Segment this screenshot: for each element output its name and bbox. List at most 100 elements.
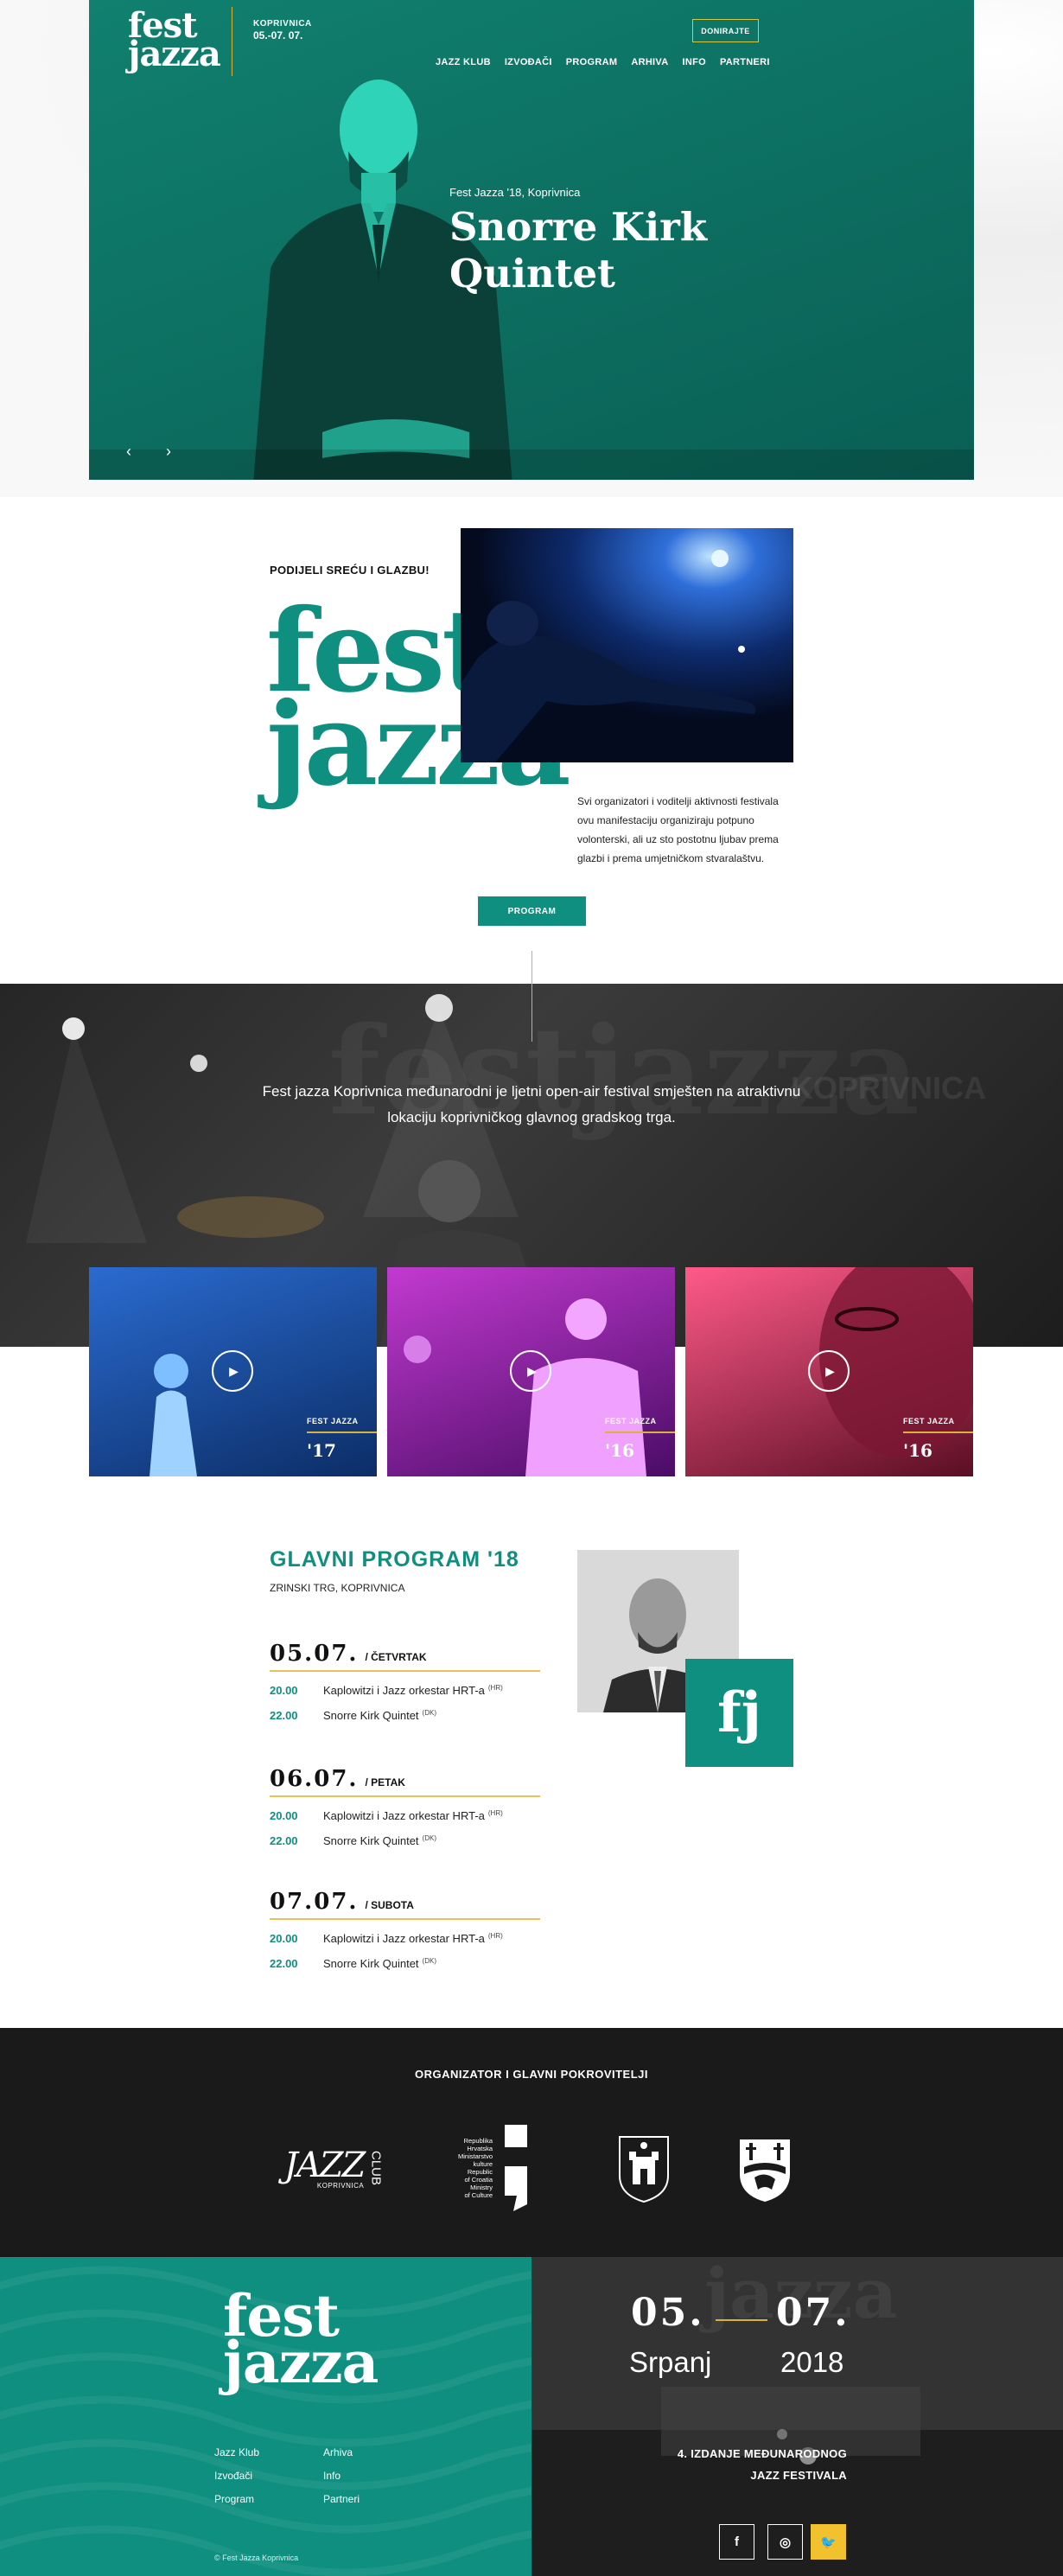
- program-title: GLAVNI PROGRAM '18: [270, 1547, 519, 1572]
- program-day: 05.07. / ČETVRTAK 20.00 Kaplowitzi i Jaz…: [270, 1641, 540, 1722]
- program-button[interactable]: PROGRAM: [478, 896, 586, 926]
- program-day-date: 07.07.: [270, 1889, 359, 1915]
- play-icon[interactable]: ▶: [808, 1350, 850, 1392]
- coat-of-arms-icon: [619, 2135, 669, 2203]
- jazz-club-logo[interactable]: JAZZ CLUB KOPRIVNICA: [268, 2126, 384, 2209]
- event-country: (HR): [487, 1809, 503, 1817]
- video-card-year: '17: [307, 1440, 336, 1461]
- festival-date-end: 07.: [776, 2291, 850, 2335]
- program-event[interactable]: 20.00 Kaplowitzi i Jazz orkestar HRT-a (…: [270, 1809, 540, 1822]
- event-country: (HR): [487, 1932, 503, 1940]
- header-city: KOPRIVNICA: [253, 19, 312, 29]
- video-card-2017[interactable]: ▶ FEST JAZZA '17: [89, 1267, 377, 1476]
- program-day-name: / PETAK: [365, 1776, 405, 1789]
- program-day-header: 07.07. / SUBOTA: [270, 1889, 540, 1920]
- ministry-text: Republika Hrvatska Ministarstvo kulture …: [457, 2136, 493, 2199]
- festival-description: Fest jazza Koprivnica međunarodni je lje…: [262, 1083, 801, 1125]
- donate-button[interactable]: DONIRAJTE: [692, 19, 759, 42]
- event-act: Kaplowitzi i Jazz orkestar HRT-a: [323, 1809, 485, 1822]
- header-logo[interactable]: fest jazza: [128, 9, 221, 74]
- hero-kicker: Fest Jazza '18, Koprivnica: [449, 186, 581, 199]
- program-day-date: 05.07.: [270, 1641, 359, 1667]
- nav-item-info[interactable]: INFO: [682, 57, 705, 67]
- festival-month: Srpanj: [629, 2346, 712, 2378]
- nav-item-izvodaci[interactable]: IZVOĐAČI: [505, 57, 552, 67]
- event-time: 20.00: [270, 1932, 298, 1945]
- program-event[interactable]: 20.00 Kaplowitzi i Jazz orkestar HRT-a (…: [270, 1932, 540, 1945]
- nav-item-program[interactable]: PROGRAM: [566, 57, 618, 67]
- play-icon[interactable]: ▶: [510, 1350, 551, 1392]
- chevron-right-icon[interactable]: ›: [166, 443, 171, 461]
- facebook-icon[interactable]: f: [719, 2524, 754, 2560]
- twitter-icon[interactable]: 🐦: [811, 2524, 846, 2560]
- koprivnica-coat-of-arms[interactable]: [614, 2126, 674, 2209]
- instagram-icon[interactable]: ◎: [767, 2524, 803, 2560]
- logo-word-jazza: jazza: [128, 33, 221, 74]
- svg-text:KOPRIVNICA: KOPRIVNICA: [791, 1070, 986, 1106]
- footer-link-program[interactable]: Program: [214, 2493, 254, 2505]
- footer-link-arhiva[interactable]: Arhiva: [323, 2446, 353, 2458]
- event-country: (HR): [487, 1684, 503, 1692]
- event-time: 22.00: [270, 1709, 298, 1722]
- video-card-label: FEST JAZZA: [307, 1417, 359, 1425]
- program-day-name: / SUBOTA: [365, 1899, 414, 1911]
- header-dates: 05.-07. 07.: [253, 29, 303, 41]
- festival-edition: 4. IZDANJE MEĐUNARODNOG JAZZ FESTIVALA: [622, 2443, 847, 2486]
- program-event[interactable]: 22.00 Snorre Kirk Quintet (DK): [270, 1834, 540, 1847]
- video-card-label: FEST JAZZA: [903, 1417, 955, 1425]
- program-event[interactable]: 22.00 Snorre Kirk Quintet (DK): [270, 1957, 540, 1970]
- video-card-2016-a[interactable]: ▶ FEST JAZZA '16: [387, 1267, 675, 1476]
- edition-line: JAZZ FESTIVALA: [750, 2469, 847, 2482]
- festival-year: 2018: [780, 2346, 844, 2378]
- ministry-of-culture-logo[interactable]: Republika Hrvatska Ministarstvo kulture …: [449, 2124, 536, 2211]
- footer-link-jazz-klub[interactable]: Jazz Klub: [214, 2446, 259, 2458]
- nav-item-jazz-klub[interactable]: JAZZ KLUB: [436, 57, 491, 67]
- event-time: 20.00: [270, 1809, 298, 1822]
- program-day: 06.07. / PETAK 20.00 Kaplowitzi i Jazz o…: [270, 1766, 540, 1847]
- date-divider: [716, 2319, 767, 2321]
- county-coat-of-arms[interactable]: [735, 2126, 795, 2209]
- hero-title: Snorre Kirk Quintet: [449, 204, 812, 297]
- copyright: © Fest Jazza Koprivnica: [214, 2554, 299, 2562]
- concert-photo: [461, 528, 793, 762]
- program-day: 07.07. / SUBOTA 20.00 Kaplowitzi i Jazz …: [270, 1889, 540, 1970]
- footer-link-info[interactable]: Info: [323, 2470, 341, 2482]
- play-icon[interactable]: ▶: [212, 1350, 253, 1392]
- video-card-year: '16: [605, 1440, 634, 1461]
- event-time: 22.00: [270, 1834, 298, 1847]
- program-day-header: 05.07. / ČETVRTAK: [270, 1641, 540, 1672]
- event-act: Snorre Kirk Quintet: [323, 1957, 419, 1970]
- chevron-left-icon[interactable]: ‹: [126, 443, 131, 461]
- event-country: (DK): [422, 1834, 436, 1842]
- fj-badge: fj: [685, 1659, 793, 1767]
- event-time: 22.00: [270, 1957, 298, 1970]
- video-card-year: '16: [903, 1440, 933, 1461]
- coat-of-arms-icon: [740, 2139, 790, 2202]
- nav-item-partneri[interactable]: PARTNERI: [720, 57, 770, 67]
- program-event[interactable]: 22.00 Snorre Kirk Quintet (DK): [270, 1709, 540, 1722]
- footer-link-partneri[interactable]: Partneri: [323, 2493, 360, 2505]
- festival-date-start: 05.: [631, 2291, 705, 2335]
- program-day-header: 06.07. / PETAK: [270, 1766, 540, 1797]
- event-act: Kaplowitzi i Jazz orkestar HRT-a: [323, 1684, 485, 1697]
- hero-stage-floor: [89, 450, 974, 480]
- video-card-2016-b[interactable]: ▶ FEST JAZZA '16: [685, 1267, 973, 1476]
- hero-title-line: Quintet: [449, 251, 615, 296]
- event-act: Kaplowitzi i Jazz orkestar HRT-a: [323, 1932, 485, 1945]
- edition-line: 4. IZDANJE MEĐUNARODNOG: [677, 2447, 847, 2460]
- sponsors-title: ORGANIZATOR I GLAVNI POKROVITELJI: [414, 2068, 648, 2081]
- footer-logo[interactable]: fest jazza: [223, 2287, 379, 2397]
- logo-word-jazza: jazza: [223, 2329, 379, 2397]
- jazz-club-logo-text: JAZZ: [283, 2146, 366, 2185]
- program-event[interactable]: 20.00 Kaplowitzi i Jazz orkestar HRT-a (…: [270, 1684, 540, 1697]
- semicolon-mark-icon: [505, 2124, 527, 2211]
- nav-item-arhiva[interactable]: ARHIVA: [631, 57, 668, 67]
- main-nav: JAZZ KLUB IZVOĐAČI PROGRAM ARHIVA INFO P…: [436, 57, 770, 67]
- share-description: Svi organizatori i voditelji aktivnosti …: [577, 795, 779, 864]
- footer-link-izvodaci[interactable]: Izvođači: [214, 2470, 252, 2482]
- event-time: 20.00: [270, 1684, 298, 1697]
- program-location: ZRINSKI TRG, KOPRIVNICA: [270, 1582, 405, 1594]
- event-country: (DK): [422, 1709, 436, 1717]
- video-card-label: FEST JAZZA: [605, 1417, 657, 1425]
- share-heading: PODIJELI SREĆU I GLAZBU!: [270, 564, 430, 577]
